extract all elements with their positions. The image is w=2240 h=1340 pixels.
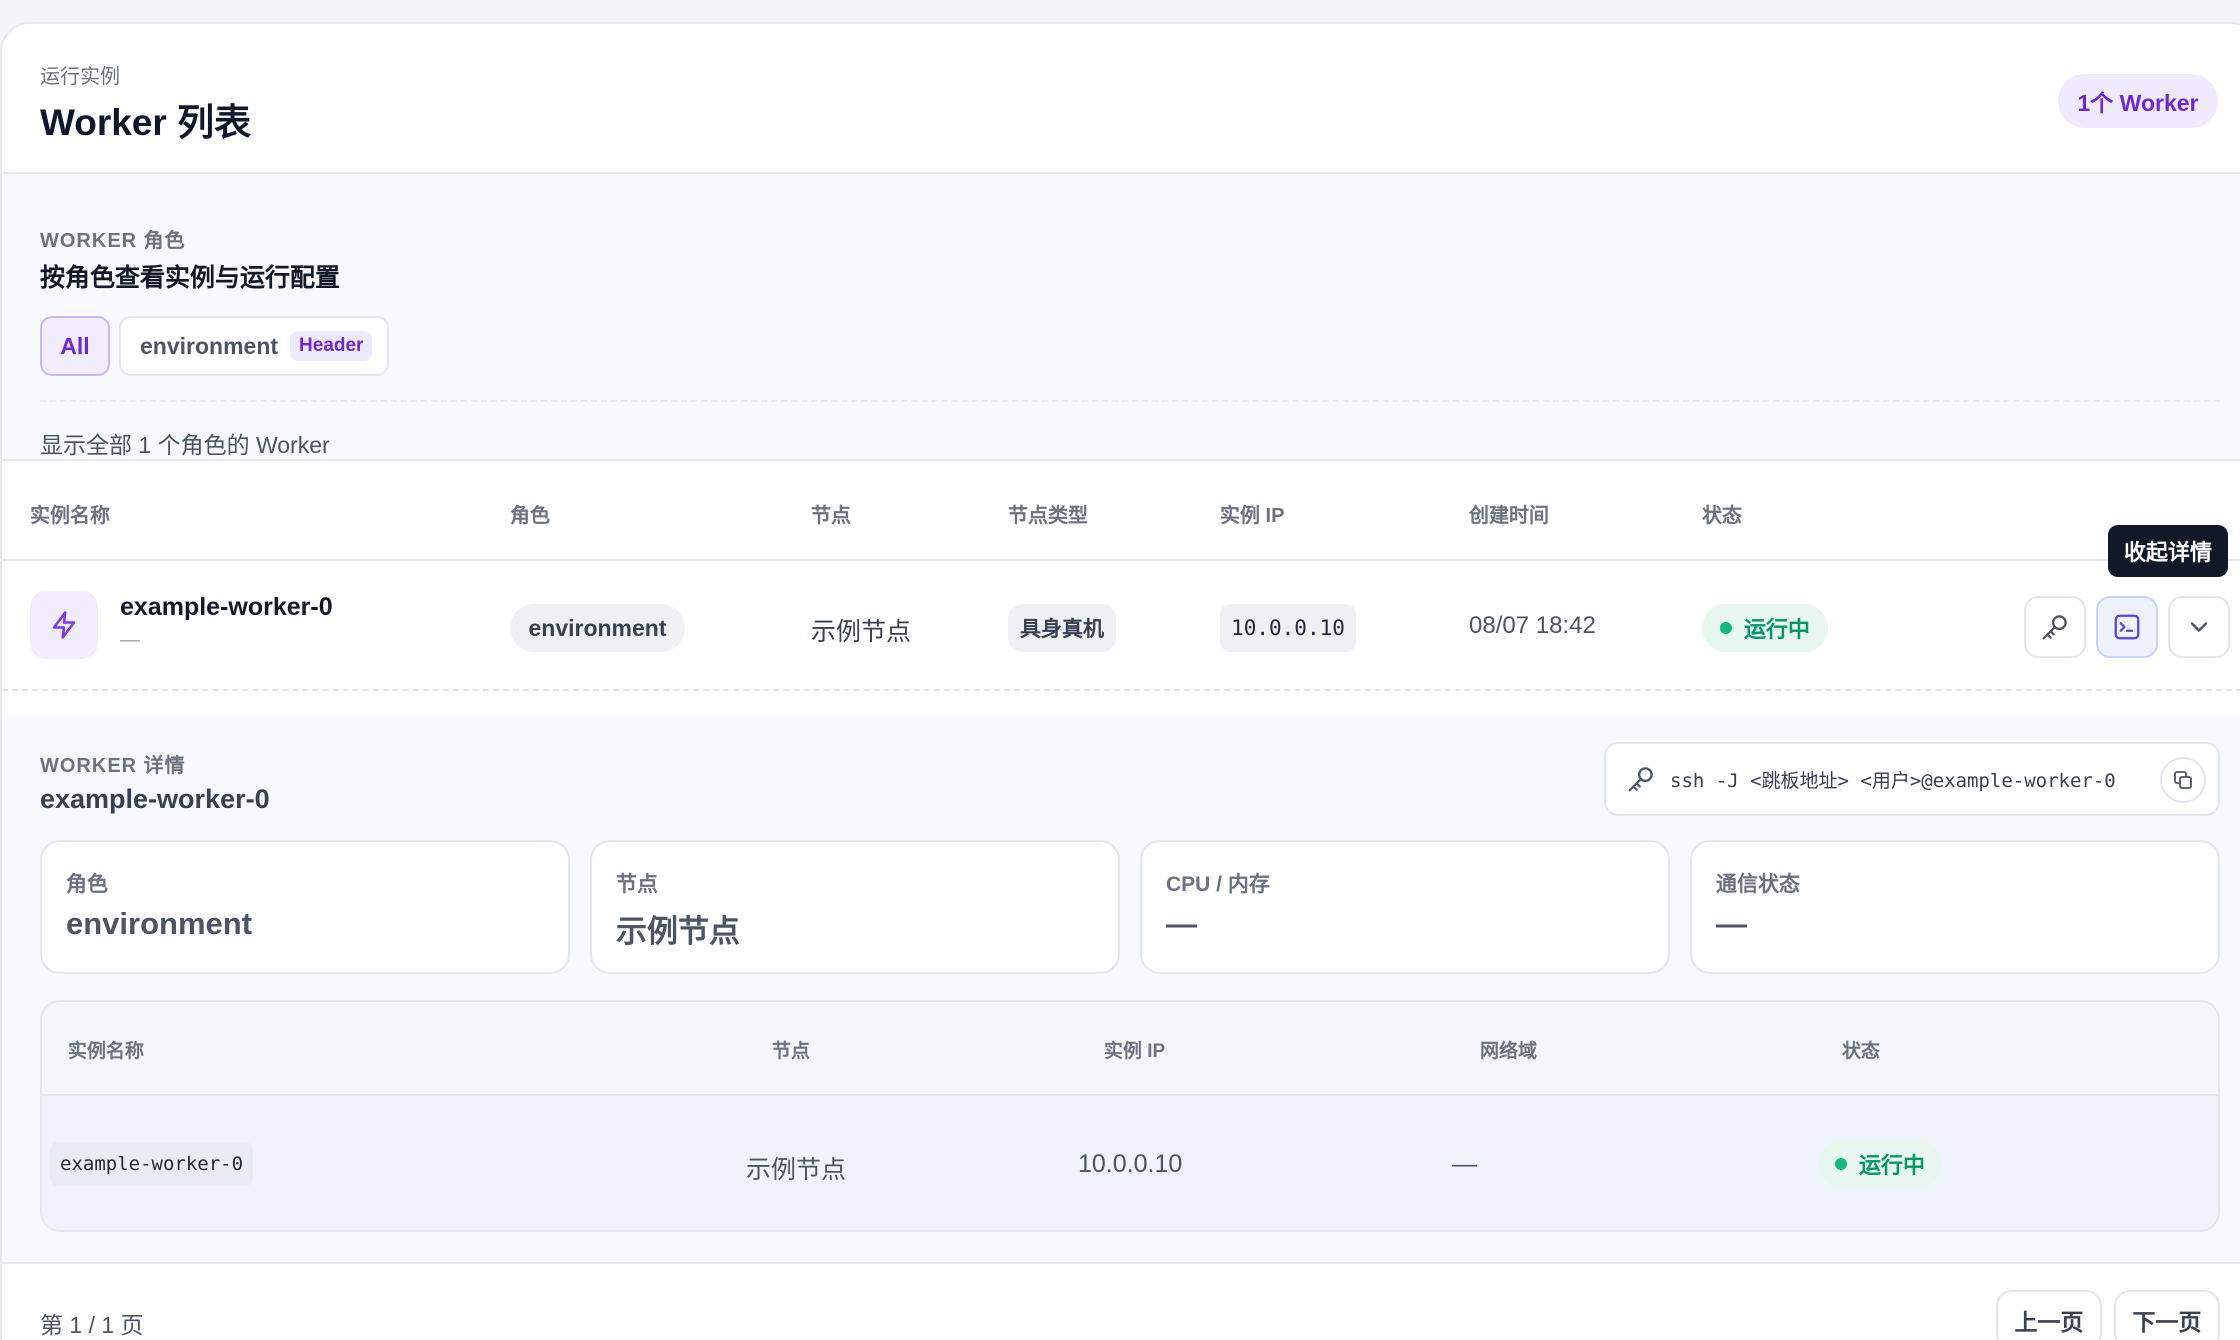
ssh-key-button[interactable] [2024,596,2086,658]
stat-label: 角色 [66,873,108,896]
column-header-role: 角色 [510,505,550,527]
status-label: 运行中 [1858,1153,1925,1178]
status-dot [1719,622,1732,634]
next-page-button[interactable]: 下一页 [2114,1290,2220,1340]
divider [40,400,2220,402]
page-title: Worker 列表 [40,102,252,143]
created-time: 08/07 18:42 [1469,612,1596,639]
copy-button[interactable] [2160,757,2206,803]
stat-value: — [1166,906,1197,941]
stat-card-comm-status: 通信状态 — [1690,840,2220,974]
expand-toggle-button[interactable] [2168,596,2230,658]
status-badge: 运行中 [1818,1140,1942,1188]
column-header-node-type: 节点类型 [1008,505,1088,527]
role-pill: environment [510,604,685,652]
stat-label: 节点 [616,873,658,896]
detail-eyebrow: WORKER 详情 [40,755,186,777]
role-chip-label: environment [140,332,279,359]
status-dot [1834,1158,1847,1170]
status-badge: 运行中 [1702,604,1828,652]
roles-eyebrow: WORKER 角色 [40,230,186,252]
prev-page-button[interactable]: 上一页 [1996,1290,2102,1340]
node-type-pill: 具身真机 [1008,604,1116,652]
lightning-icon [30,591,98,659]
page-eyebrow: 运行实例 [40,66,120,88]
instance-domain: — [1452,1150,1477,1178]
stat-value: environment [66,906,253,941]
instance-table-header: 实例名称 节点 实例 IP 网络域 状态 [42,1002,2218,1096]
stat-label: CPU / 内存 [1166,873,1270,896]
column-header-node: 节点 [772,1041,811,1062]
column-header-status: 状态 [1702,505,1742,527]
ip-pill: 10.0.0.10 [1220,604,1356,652]
column-header-ip: 实例 IP [1220,505,1285,527]
instance-ip: 10.0.0.10 [1078,1150,1183,1178]
table-header: 实例名称 角色 节点 节点类型 实例 IP 创建时间 状态 [2,461,2240,561]
column-header-status: 状态 [1842,1041,1881,1062]
instance-table: 实例名称 节点 实例 IP 网络域 状态 example-worker-0 示例… [40,1000,2220,1232]
stat-card-cpu-memory: CPU / 内存 — [1140,840,1670,974]
column-header-created: 创建时间 [1469,505,1549,527]
key-icon [2042,615,2067,640]
terminal-icon [2114,614,2140,640]
ssh-command: ssh -J <跳板地址> <用户>@example-worker-0 [1670,769,2116,792]
page-header: 运行实例 Worker 列表 1个 Worker [2,24,2240,174]
detail-worker-name: example-worker-0 [40,784,270,814]
stat-card-role: 角色 environment [40,840,570,974]
key-icon [1628,767,1653,792]
worker-name: example-worker-0 [120,593,333,621]
worker-subtitle: — [120,629,140,651]
role-chip-label: All [60,332,90,359]
column-header-name: 实例名称 [68,1041,145,1062]
column-header-ip: 实例 IP [1104,1041,1166,1062]
role-chip-tag: Header [290,331,373,361]
pagination-bar: 第 1 / 1 页 上一页 下一页 [2,1264,2240,1340]
role-filter-section: WORKER 角色 按角色查看实例与运行配置 All environment H… [2,174,2240,461]
copy-icon [2174,771,2192,789]
stat-card-node: 节点 示例节点 [590,840,1120,974]
stat-value: — [1716,906,1747,941]
role-chip-all[interactable]: All [40,316,110,376]
page-info: 第 1 / 1 页 [40,1312,144,1338]
instance-name: example-worker-0 [50,1142,254,1186]
tooltip: 收起详情 [2108,525,2228,577]
column-header-node: 节点 [811,505,851,527]
terminal-button[interactable] [2096,596,2158,658]
worker-detail-panel: WORKER 详情 example-worker-0 ssh -J <跳板地址>… [2,714,2240,1264]
instance-node: 示例节点 [746,1156,847,1184]
role-summary: 显示全部 1 个角色的 Worker [40,432,330,458]
ssh-command-box: ssh -J <跳板地址> <用户>@example-worker-0 [1604,742,2220,816]
table-row: example-worker-0 示例节点 10.0.0.10 — 运行中 [42,1096,2218,1230]
column-header-name: 实例名称 [30,505,110,527]
stat-label: 通信状态 [1716,873,1800,896]
stat-value: 示例节点 [616,914,740,949]
chevron-down-icon [2190,622,2208,632]
status-label: 运行中 [1743,617,1810,642]
node-cell: 示例节点 [811,618,912,646]
worker-list-card: 运行实例 Worker 列表 1个 Worker WORKER 角色 按角色查看… [0,22,2240,1340]
column-header-domain: 网络域 [1480,1041,1538,1062]
role-chip-environment[interactable]: environment Header [119,316,389,376]
roles-title: 按角色查看实例与运行配置 [40,264,341,292]
worker-count-badge: 1个 Worker [2058,74,2218,128]
table-row[interactable]: example-worker-0 — environment 示例节点 具身真机… [2,561,2240,691]
